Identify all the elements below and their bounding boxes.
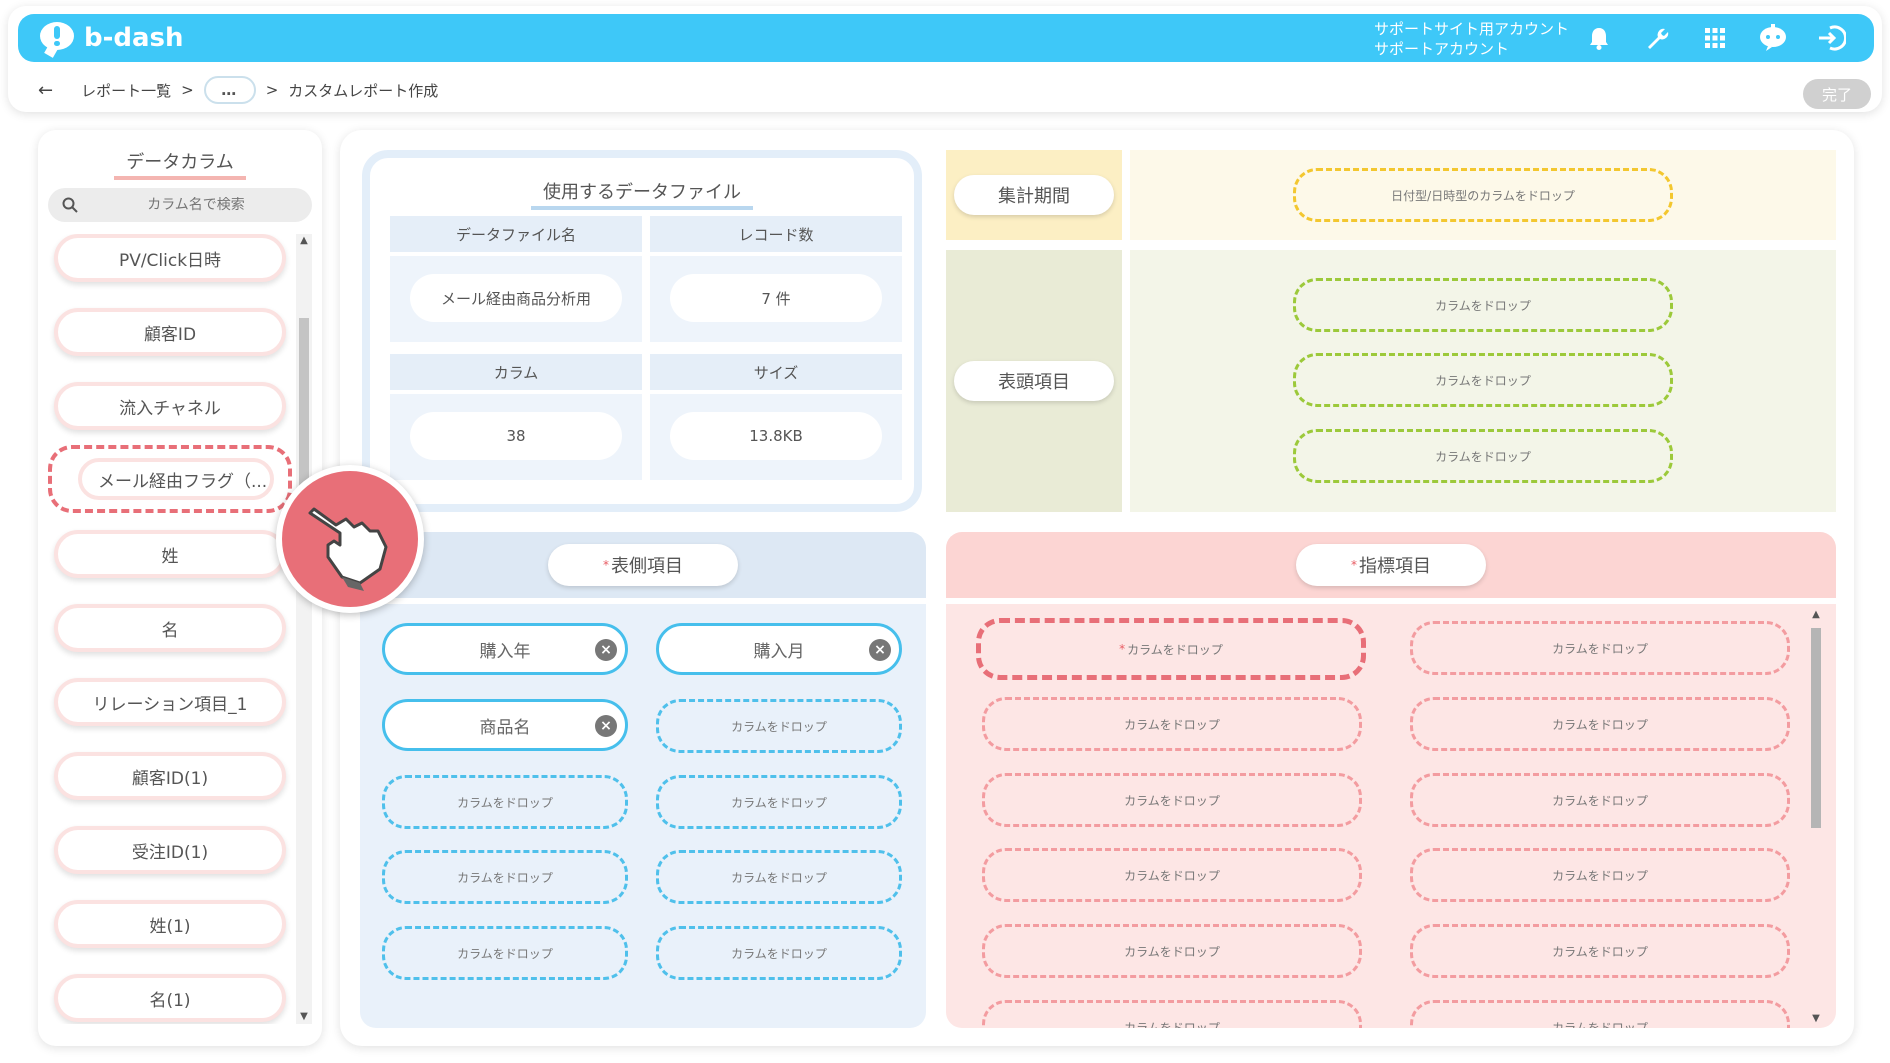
column-item[interactable]: 名 <box>54 604 286 652</box>
metric-items-label: * 指標項目 <box>1296 544 1486 586</box>
period-drop-target[interactable]: 日付型/日時型のカラムをドロップ <box>1293 168 1673 222</box>
scroll-up-icon[interactable]: ▲ <box>1811 610 1821 620</box>
breadcrumb-separator: > <box>265 81 279 99</box>
side-drop-target[interactable]: カラムをドロップ <box>382 926 628 980</box>
header-drop-target[interactable]: カラムをドロップ <box>1293 353 1673 407</box>
breadcrumb-current: カスタムレポート作成 <box>288 81 439 100</box>
header-drop-target[interactable]: カラムをドロップ <box>1293 278 1673 332</box>
app-bar: b-dash サポートサイト用アカウント サポートアカウント <box>18 14 1874 62</box>
metric-drop-target[interactable]: カラムをドロップ <box>982 697 1362 751</box>
metric-drop-target[interactable]: カラムをドロップ <box>1410 848 1790 902</box>
metric-drop-target[interactable]: カラムをドロップ <box>982 773 1362 827</box>
side-item-chip[interactable]: 購入年 × <box>382 623 628 675</box>
size-header: サイズ <box>650 354 902 390</box>
scroll-down-icon[interactable]: ▼ <box>1811 1014 1821 1024</box>
back-arrow-icon[interactable]: ← <box>38 80 53 101</box>
record-count-cell: 7 件 <box>650 256 902 342</box>
metric-drop-target-selected[interactable]: * カラムをドロップ <box>976 618 1366 680</box>
top-card: b-dash サポートサイト用アカウント サポートアカウント ← レポート一覧 … <box>8 6 1882 112</box>
data-file-panel: 使用するデータファイル データファイル名 レコード数 メール経由商品分析用 7 … <box>362 150 922 512</box>
file-name-header: データファイル名 <box>390 216 642 252</box>
metric-drop-target[interactable]: カラムをドロップ <box>1410 621 1790 675</box>
logout-icon[interactable] <box>1815 22 1847 54</box>
account-line2: サポートアカウント <box>1374 40 1510 58</box>
record-count-header: レコード数 <box>650 216 902 252</box>
columns-cell: 38 <box>390 394 642 480</box>
breadcrumb: ← レポート一覧 > … > カスタムレポート作成 <box>38 76 438 104</box>
breadcrumb-report-list[interactable]: レポート一覧 <box>81 80 171 101</box>
column-item[interactable]: PV/Click日時 <box>54 234 286 282</box>
side-item-chip[interactable]: 商品名 × <box>382 699 628 751</box>
logo-icon <box>40 22 78 54</box>
size-value: 13.8KB <box>670 412 882 460</box>
top-icons <box>1583 22 1847 54</box>
column-item[interactable]: 顧客ID <box>54 308 286 356</box>
side-items-label: * 表側項目 <box>548 544 738 586</box>
side-drop-target[interactable]: カラムをドロップ <box>656 699 902 753</box>
metric-drop-target[interactable]: カラムをドロップ <box>1410 1000 1790 1028</box>
metric-drop-target[interactable]: カラムをドロップ <box>982 1000 1362 1028</box>
data-file-title: 使用するデータファイル <box>370 178 914 210</box>
sidebar-title: データカラム <box>38 148 322 180</box>
metric-drop-target[interactable]: カラムをドロップ <box>1410 773 1790 827</box>
side-drop-target[interactable]: カラムをドロップ <box>656 850 902 904</box>
side-drop-target[interactable]: カラムをドロップ <box>656 926 902 980</box>
metric-drop-target[interactable]: カラムをドロップ <box>982 848 1362 902</box>
scrollbar-thumb[interactable] <box>1811 628 1821 828</box>
sidebar-scrollbar[interactable]: ▲ ▼ <box>296 234 312 1024</box>
metric-scrollbar[interactable]: ▲ ▼ <box>1808 610 1824 1028</box>
header-drop-target[interactable]: カラムをドロップ <box>1293 429 1673 483</box>
column-item[interactable]: 姓(1) <box>54 900 286 948</box>
report-builder: 使用するデータファイル データファイル名 レコード数 メール経由商品分析用 7 … <box>340 130 1854 1046</box>
search-icon <box>62 197 78 213</box>
account-info[interactable]: サポートサイト用アカウント サポートアカウント <box>1374 19 1569 59</box>
logo[interactable]: b-dash <box>40 22 184 54</box>
bell-icon[interactable] <box>1583 22 1615 54</box>
column-item[interactable]: 顧客ID(1) <box>54 752 286 800</box>
remove-icon[interactable]: × <box>869 639 891 661</box>
side-drop-target[interactable]: カラムをドロップ <box>382 850 628 904</box>
column-list: PV/Click日時 顧客ID 流入チャネル メール経由フラグ（... 姓 名 … <box>48 234 298 1024</box>
metric-drop-target[interactable]: カラムをドロップ <box>1410 697 1790 751</box>
side-drop-target[interactable]: カラムをドロップ <box>382 775 628 829</box>
period-label: 集計期間 <box>954 175 1114 215</box>
logo-text: b-dash <box>84 23 184 53</box>
file-name-value: メール経由商品分析用 <box>410 274 622 322</box>
column-search-input[interactable] <box>96 197 296 213</box>
grid-icon[interactable] <box>1699 22 1731 54</box>
side-drop-target[interactable]: カラムをドロップ <box>656 775 902 829</box>
metric-items-zone: * カラムをドロップ カラムをドロップ カラムをドロップ カラムをドロップ カラム… <box>946 604 1836 1028</box>
remove-icon[interactable]: × <box>595 715 617 737</box>
breadcrumb-more-button[interactable]: … <box>203 76 256 104</box>
column-item[interactable]: 姓 <box>54 530 286 578</box>
columns-header: カラム <box>390 354 642 390</box>
column-item[interactable]: リレーション項目_1 <box>54 678 286 726</box>
breadcrumb-separator: > <box>181 81 194 99</box>
column-search <box>48 188 312 222</box>
drag-hand-icon <box>276 465 424 613</box>
account-line1: サポートサイト用アカウント <box>1374 20 1570 38</box>
column-item[interactable]: 流入チャネル <box>54 382 286 430</box>
record-count-value: 7 件 <box>670 274 882 322</box>
scroll-up-icon[interactable]: ▲ <box>299 236 309 246</box>
column-item[interactable]: 名(1) <box>54 974 286 1022</box>
done-button[interactable]: 完了 <box>1803 79 1871 109</box>
column-item-selected[interactable]: メール経由フラグ（... <box>48 445 292 513</box>
file-name-cell: メール経由商品分析用 <box>390 256 642 342</box>
column-item[interactable]: 受注ID(1) <box>54 826 286 874</box>
remove-icon[interactable]: × <box>595 639 617 661</box>
wrench-icon[interactable] <box>1641 22 1673 54</box>
header-items-label: 表頭項目 <box>954 361 1114 401</box>
size-cell: 13.8KB <box>650 394 902 480</box>
metric-drop-target[interactable]: カラムをドロップ <box>982 924 1362 978</box>
metric-drop-target[interactable]: カラムをドロップ <box>1410 924 1790 978</box>
scroll-down-icon[interactable]: ▼ <box>299 1012 309 1022</box>
side-item-chip[interactable]: 購入月 × <box>656 623 902 675</box>
columns-value: 38 <box>410 412 622 460</box>
chatbot-icon[interactable] <box>1757 22 1789 54</box>
